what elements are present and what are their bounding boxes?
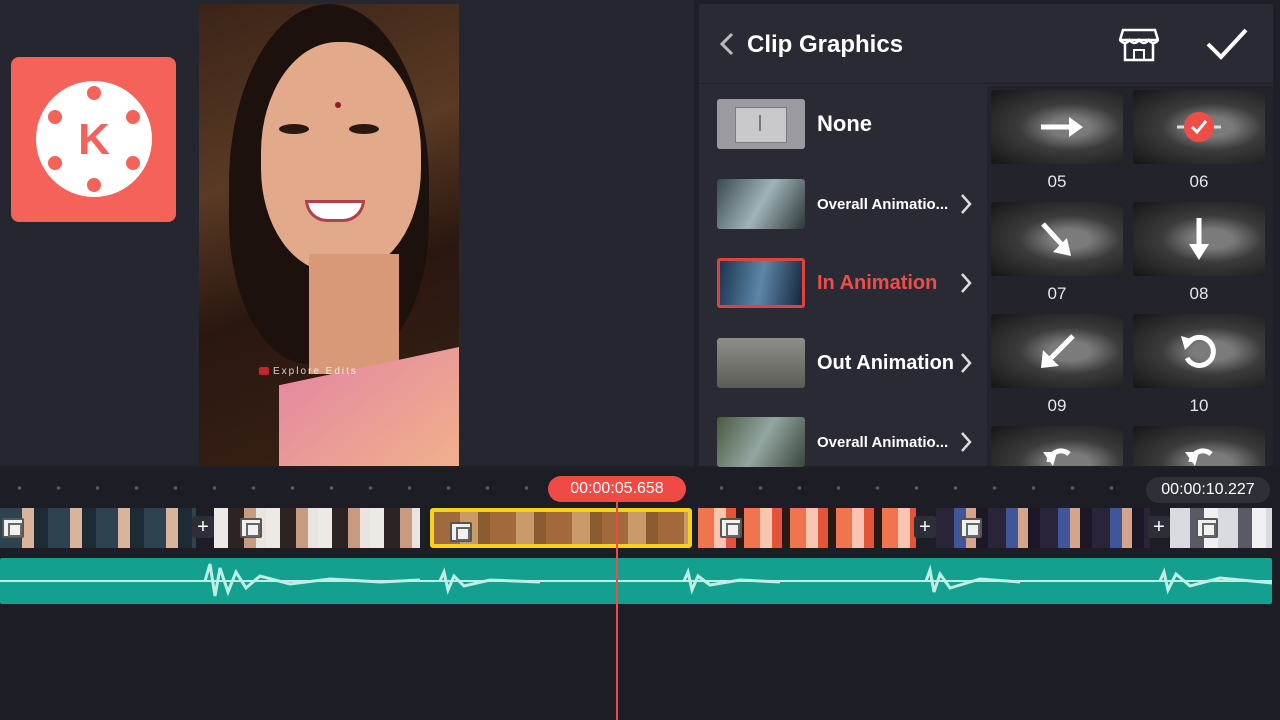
preview-area: K Explore Edits — [0, 0, 694, 466]
arrow-down-left-icon — [1041, 334, 1075, 368]
add-transition-button[interactable]: + — [1148, 516, 1170, 538]
image-icon — [960, 518, 982, 538]
arrow-down-icon — [1189, 218, 1209, 260]
audio-track[interactable] — [0, 558, 1272, 604]
animation-tile-08[interactable] — [1133, 202, 1265, 276]
video-clip[interactable] — [698, 508, 916, 548]
menu-item-label: Out Animation — [817, 351, 955, 374]
image-icon — [720, 518, 742, 538]
animation-number: 07 — [1047, 284, 1067, 303]
chevron-left-icon[interactable] — [717, 32, 737, 56]
kinemaster-editor: K Explore Edits Clip Graphics None Overa… — [0, 0, 1280, 720]
menu-item-out-animation[interactable]: Out Animation — [717, 335, 979, 391]
overall-animation-thumbnail — [717, 417, 805, 467]
image-icon — [1196, 518, 1218, 538]
menu-item-none[interactable]: None — [717, 96, 979, 152]
animation-number: 08 — [1189, 284, 1209, 303]
video-track: + + + — [0, 508, 1272, 548]
menu-item-in-animation[interactable]: In Animation — [717, 255, 979, 311]
animation-tile-05[interactable] — [991, 90, 1123, 164]
arrow-down-right-icon — [1041, 222, 1071, 256]
animation-category-list: None Overall Animatio... In Animation Ou… — [699, 86, 985, 467]
video-clip[interactable] — [0, 508, 196, 548]
in-animation-thumbnail — [717, 258, 805, 308]
watermark-text: Explore Edits — [259, 366, 358, 377]
animation-tile-06[interactable] — [1133, 90, 1265, 164]
animation-tile-07[interactable] — [991, 202, 1123, 276]
image-icon — [450, 522, 472, 542]
panel-title: Clip Graphics — [747, 31, 904, 58]
animation-tile-10[interactable] — [1133, 314, 1265, 388]
video-clip[interactable] — [1170, 508, 1272, 548]
overall-animation-thumbnail — [717, 179, 805, 229]
video-clip[interactable] — [214, 508, 420, 548]
svg-text:K: K — [78, 115, 110, 164]
timeline[interactable]: 00:00:05.658 00:00:10.227 + + + — [0, 468, 1280, 720]
add-transition-button[interactable]: + — [914, 516, 936, 538]
selected-video-clip[interactable] — [430, 508, 692, 548]
chevron-right-icon — [961, 273, 972, 293]
animation-number: 05 — [1047, 172, 1067, 191]
animation-tile-11[interactable] — [991, 426, 1123, 466]
checkmark-badge-icon — [1177, 112, 1221, 142]
rotate-left-icon — [1043, 448, 1071, 466]
arrow-right-icon — [1041, 117, 1083, 137]
clip-graphics-panel: Clip Graphics None Overall Animatio... I… — [699, 4, 1273, 467]
rotate-icon — [1181, 334, 1216, 368]
video-preview-frame: Explore Edits — [199, 4, 459, 466]
animation-number: 06 — [1189, 172, 1209, 191]
current-time-badge: 00:00:05.658 — [548, 476, 686, 502]
animation-number: 09 — [1047, 396, 1067, 415]
total-time-badge: 00:00:10.227 — [1146, 477, 1270, 503]
menu-item-label: In Animation — [817, 271, 938, 294]
animation-tile-12[interactable] — [1133, 426, 1265, 466]
check-icon[interactable] — [1205, 26, 1249, 62]
image-icon — [2, 518, 24, 538]
menu-item-label: Overall Animatio... — [817, 433, 949, 451]
menu-item-label: None — [817, 111, 872, 136]
animation-grid: 05 06 07 08 09 10 — [987, 86, 1273, 466]
add-transition-button[interactable]: + — [192, 516, 214, 538]
menu-item-label: Overall Animatio... — [817, 195, 949, 213]
chevron-right-icon — [961, 432, 972, 452]
chevron-right-icon — [961, 194, 972, 214]
menu-item-overall-animation[interactable]: Overall Animatio... — [717, 176, 979, 232]
playhead[interactable] — [616, 500, 618, 720]
none-thumbnail — [717, 99, 805, 149]
panel-header: Clip Graphics — [699, 4, 1273, 84]
chevron-right-icon — [961, 353, 972, 373]
animation-number: 10 — [1189, 396, 1209, 415]
audio-waveform — [0, 563, 1272, 597]
animation-tile-09[interactable] — [991, 314, 1123, 388]
kinemaster-logo: K — [11, 57, 176, 222]
video-clip[interactable] — [936, 508, 1150, 548]
rotate-left-icon — [1185, 448, 1213, 466]
out-animation-thumbnail — [717, 338, 805, 388]
image-icon — [240, 518, 262, 538]
menu-item-overall-animation-2[interactable]: Overall Animatio... — [717, 414, 979, 470]
store-icon[interactable] — [1119, 26, 1159, 62]
